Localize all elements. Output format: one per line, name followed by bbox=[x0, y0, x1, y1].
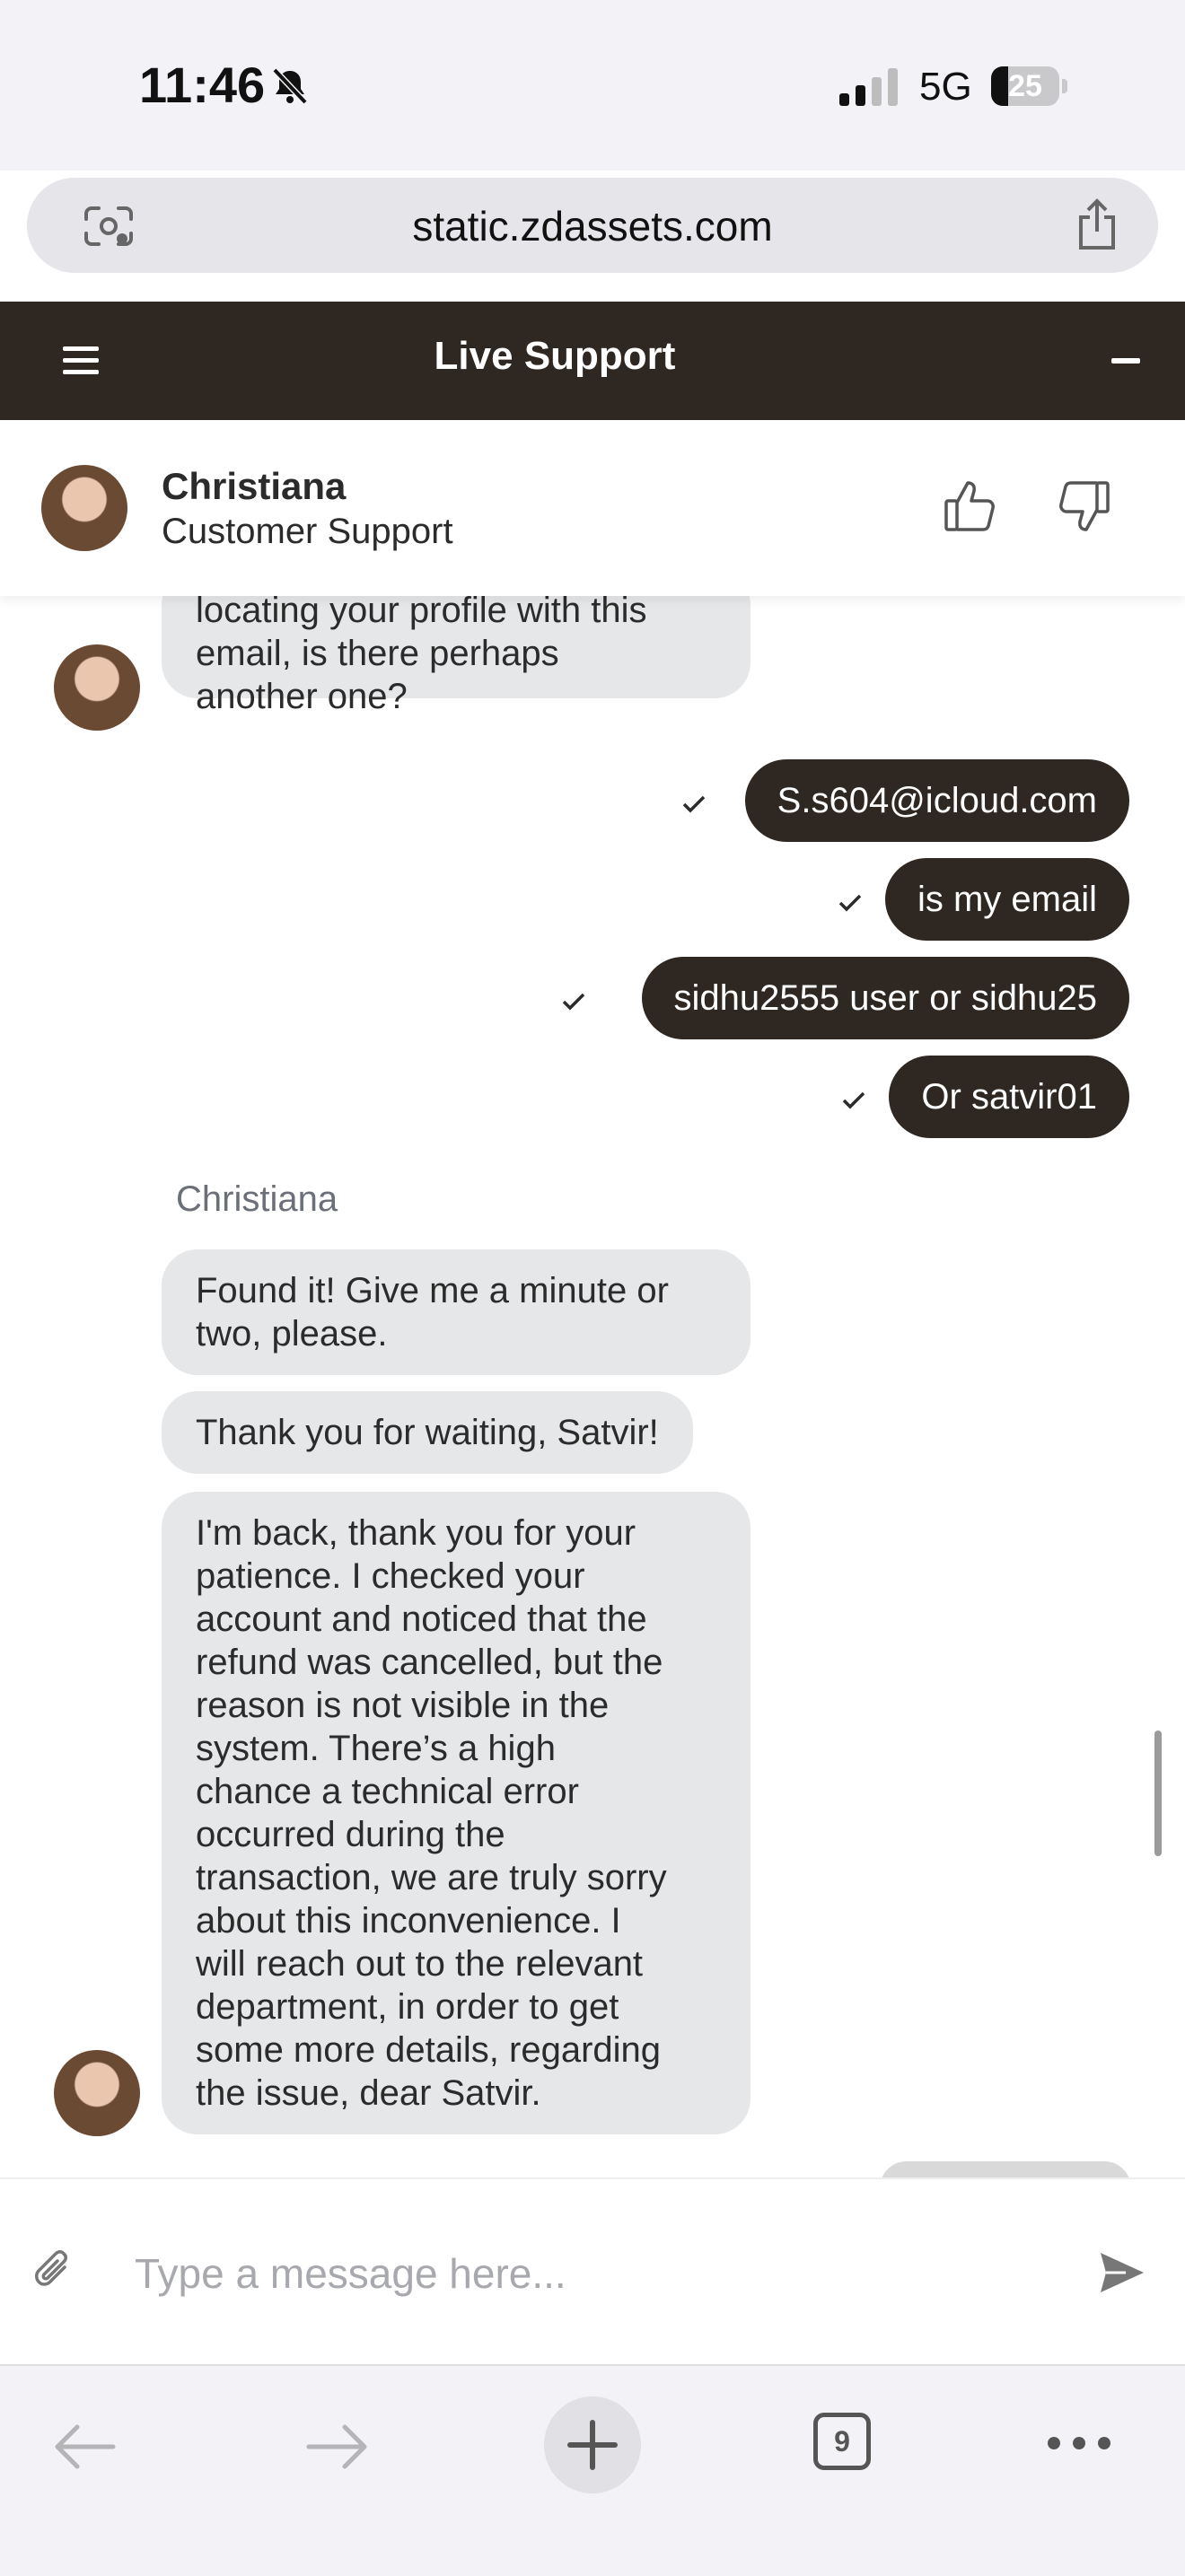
thumbs-up-icon[interactable] bbox=[943, 476, 998, 535]
agent-message: Thank you for waiting, Satvir! bbox=[162, 1391, 693, 1474]
address-bar[interactable]: static.zdassets.com bbox=[27, 178, 1158, 273]
status-bar: 11:46 5G 25 bbox=[0, 0, 1185, 171]
bell-slash-icon bbox=[272, 67, 308, 105]
url-text[interactable]: static.zdassets.com bbox=[27, 202, 1158, 250]
agent-avatar bbox=[41, 465, 127, 551]
sent-check-icon bbox=[682, 795, 706, 813]
send-icon[interactable] bbox=[1097, 2247, 1147, 2298]
header-title: Live Support bbox=[434, 334, 676, 378]
agent-message: locating your profile with this email, i… bbox=[162, 596, 750, 716]
sent-check-icon bbox=[838, 894, 862, 912]
battery-level: 25 bbox=[1008, 69, 1042, 103]
sent-check-icon bbox=[562, 993, 585, 1011]
thumbs-down-icon[interactable] bbox=[1056, 479, 1111, 539]
plus-icon bbox=[567, 2420, 618, 2470]
user-message: sidhu2555 user or sidhu25 bbox=[641, 957, 1129, 1039]
message-input[interactable] bbox=[133, 2239, 1034, 2309]
more-options-icon[interactable] bbox=[1045, 2434, 1113, 2452]
agent-name: Christiana bbox=[162, 465, 347, 507]
agent-message-avatar bbox=[54, 644, 140, 731]
chat-header: Live Support bbox=[0, 302, 1185, 420]
new-tab-button[interactable] bbox=[544, 2396, 641, 2493]
agent-message: Found it! Give me a minute or two, pleas… bbox=[162, 1249, 750, 1375]
agent-message: I'm back, thank you for your patience. I… bbox=[162, 1492, 750, 2134]
battery-icon: 25 bbox=[991, 66, 1068, 106]
message-list[interactable]: locating your profile with this email, i… bbox=[0, 596, 1185, 2177]
agent-info-bar: Christiana Customer Support bbox=[0, 420, 1185, 596]
network-type: 5G bbox=[919, 65, 972, 109]
agent-message-avatar bbox=[54, 2050, 140, 2136]
share-icon[interactable] bbox=[1074, 197, 1120, 251]
user-message: is my email bbox=[884, 858, 1129, 941]
browser-toolbar: 9 bbox=[0, 2364, 1185, 2576]
message-sender-name: Christiana bbox=[176, 1179, 338, 1219]
sent-check-icon bbox=[842, 1091, 865, 1109]
message-composer bbox=[0, 2177, 1185, 2366]
agent-role: Customer Support bbox=[162, 512, 453, 551]
back-arrow-icon[interactable] bbox=[50, 2420, 118, 2474]
minimize-icon[interactable] bbox=[1111, 358, 1140, 364]
status-time: 11:46 bbox=[139, 57, 266, 113]
tabs-button[interactable]: 9 bbox=[813, 2413, 871, 2470]
forward-arrow-icon[interactable] bbox=[303, 2420, 372, 2474]
paperclip-icon[interactable] bbox=[32, 2247, 75, 2296]
scrollbar[interactable] bbox=[1154, 1730, 1162, 1856]
user-message: S.s604@icloud.com bbox=[744, 759, 1129, 842]
user-message-partial bbox=[880, 2161, 1131, 2177]
tab-count: 9 bbox=[834, 2425, 850, 2458]
user-message: Or satvir01 bbox=[889, 1056, 1129, 1138]
cellular-signal-icon bbox=[839, 68, 898, 106]
